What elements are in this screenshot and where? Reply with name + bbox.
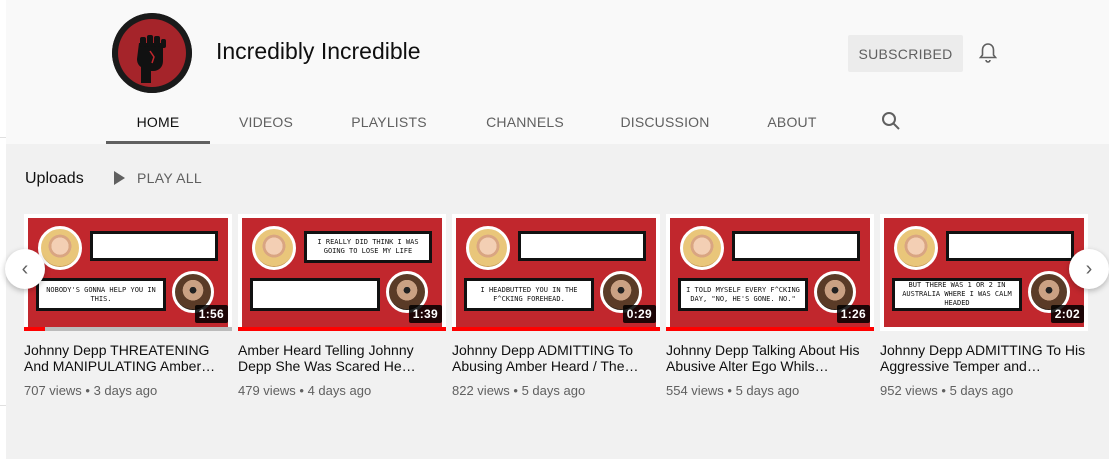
quote-bubble-bottom [250, 278, 380, 311]
video-title[interactable]: Johnny Depp ADMITTING To Abusing Amber H… [452, 342, 660, 374]
chevron-right-icon: › [1085, 257, 1093, 280]
watch-progress-fill [452, 327, 660, 331]
video-card[interactable]: BUT THERE WAS 1 OR 2 IN AUSTRALIA WHERE … [880, 214, 1088, 398]
quote-bubble-bottom: BUT THERE WAS 1 OR 2 IN AUSTRALIA WHERE … [892, 278, 1022, 311]
play-all-button[interactable]: PLAY ALL [114, 170, 202, 186]
amber-portrait [252, 226, 296, 270]
watch-progress [24, 327, 232, 331]
shelf-next-button[interactable]: › [1069, 249, 1109, 289]
video-meta: 822 views • 5 days ago [452, 383, 586, 398]
channel-avatar[interactable] [112, 13, 192, 93]
view-count: 707 views [24, 383, 82, 398]
tab-home[interactable]: HOME [106, 100, 210, 144]
quote-bubble-bottom: I TOLD MYSELF EVERY F^CKING DAY, "NO, HE… [678, 278, 808, 311]
quote-bubble-top [90, 231, 218, 261]
upload-age: 4 days ago [307, 383, 372, 398]
view-count: 822 views [452, 383, 510, 398]
video-title[interactable]: Amber Heard Telling Johnny Depp She Was … [238, 342, 446, 374]
tab-channels[interactable]: CHANNELS [474, 100, 576, 144]
bell-icon[interactable] [976, 41, 1000, 65]
play-all-label: PLAY ALL [137, 170, 202, 186]
view-count: 952 views [880, 383, 938, 398]
video-thumbnail[interactable]: NOBODY'S GONNA HELP YOU IN THIS. 1:56 [24, 214, 232, 331]
view-count: 479 views [238, 383, 296, 398]
video-title[interactable]: Johnny Depp THREATENING And MANIPULATING… [24, 342, 232, 374]
quote-bubble-bottom: NOBODY'S GONNA HELP YOU IN THIS. [36, 278, 166, 311]
upload-age: 5 days ago [521, 383, 586, 398]
video-duration: 2:02 [1050, 305, 1084, 323]
video-meta: 554 views • 5 days ago [666, 383, 800, 398]
view-count: 554 views [666, 383, 724, 398]
quote-bubble-top [732, 231, 860, 261]
amber-portrait [680, 226, 724, 270]
watch-progress-fill [24, 327, 45, 331]
upload-age: 5 days ago [949, 383, 1014, 398]
shelf-title[interactable]: Uploads [25, 170, 84, 188]
video-title[interactable]: Johnny Depp Talking About His Abusive Al… [666, 342, 874, 374]
watch-progress [452, 327, 660, 331]
video-thumbnail[interactable]: I TOLD MYSELF EVERY F^CKING DAY, "NO, HE… [666, 214, 874, 331]
upload-age: 3 days ago [93, 383, 158, 398]
video-thumbnail[interactable]: I REALLY DID THINK I WAS GOING TO LOSE M… [238, 214, 446, 331]
video-meta: 707 views • 3 days ago [24, 383, 158, 398]
shelf-prev-button[interactable]: ‹ [5, 249, 45, 289]
video-duration: 1:56 [194, 305, 228, 323]
video-meta: 479 views • 4 days ago [238, 383, 372, 398]
video-thumbnail[interactable]: I HEADBUTTED YOU IN THE F^CKING FOREHEAD… [452, 214, 660, 331]
tab-about[interactable]: ABOUT [756, 100, 828, 144]
upload-age: 5 days ago [735, 383, 800, 398]
watch-progress [666, 327, 874, 331]
quote-bubble-top: I REALLY DID THINK I WAS GOING TO LOSE M… [304, 231, 432, 263]
video-thumbnail[interactable]: BUT THERE WAS 1 OR 2 IN AUSTRALIA WHERE … [880, 214, 1088, 331]
amber-portrait [38, 226, 82, 270]
play-icon [114, 171, 125, 185]
watch-progress [238, 327, 446, 331]
uploads-shelf: Uploads PLAY ALL NOBODY'S GONNA HELP YOU… [6, 144, 1109, 459]
video-duration: 1:39 [408, 305, 442, 323]
video-card[interactable]: I TOLD MYSELF EVERY F^CKING DAY, "NO, HE… [666, 214, 874, 398]
amber-portrait [466, 226, 510, 270]
quote-bubble-bottom: I HEADBUTTED YOU IN THE F^CKING FOREHEAD… [464, 278, 594, 311]
video-card[interactable]: NOBODY'S GONNA HELP YOU IN THIS. 1:56 Jo… [24, 214, 232, 398]
tab-playlists[interactable]: PLAYLISTS [340, 100, 438, 144]
tab-discussion[interactable]: DISCUSSION [612, 100, 718, 144]
tab-videos[interactable]: VIDEOS [230, 100, 302, 144]
video-duration: 1:26 [836, 305, 870, 323]
raised-fist-icon [112, 13, 192, 93]
quote-bubble-top [518, 231, 646, 261]
video-card[interactable]: I HEADBUTTED YOU IN THE F^CKING FOREHEAD… [452, 214, 660, 398]
video-title[interactable]: Johnny Depp ADMITTING To His Aggressive … [880, 342, 1088, 374]
video-duration: 0:29 [622, 305, 656, 323]
watch-progress-fill [238, 327, 446, 331]
video-meta: 952 views • 5 days ago [880, 383, 1014, 398]
watch-progress-fill [666, 327, 874, 331]
video-card[interactable]: I REALLY DID THINK I WAS GOING TO LOSE M… [238, 214, 446, 398]
channel-name: Incredibly Incredible [216, 38, 421, 64]
chevron-left-icon: ‹ [21, 257, 29, 280]
search-icon[interactable] [879, 109, 903, 133]
amber-portrait [894, 226, 938, 270]
quote-bubble-top [946, 231, 1074, 261]
subscribed-button[interactable]: SUBSCRIBED [848, 35, 963, 72]
